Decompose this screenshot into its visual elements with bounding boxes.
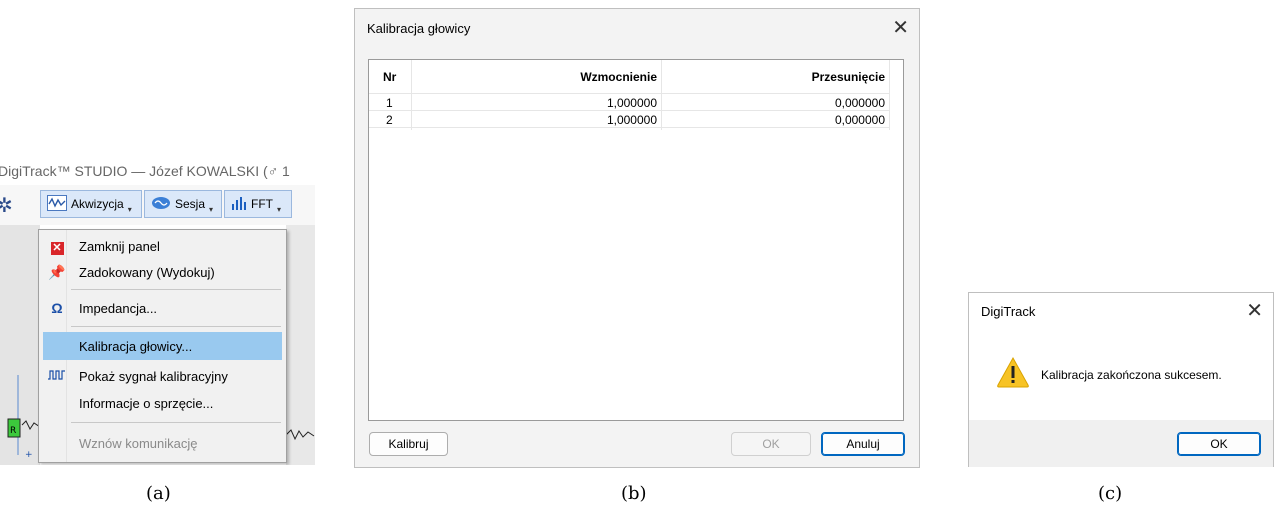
- menu-item-resume[interactable]: Wznów komunikację: [43, 429, 282, 457]
- menu-separator: [71, 326, 281, 327]
- column-header-offset[interactable]: Przesunięcie: [661, 60, 885, 94]
- table-cell[interactable]: 0,000000: [661, 111, 885, 128]
- fft-button[interactable]: FFT ▾: [224, 190, 292, 218]
- menu-item-impedance[interactable]: Ω Impedancja...: [43, 294, 282, 322]
- svg-text:+: +: [25, 450, 33, 460]
- caption-c: (c): [1098, 483, 1123, 504]
- menu-item-label: Zadokowany (Wydokuj): [79, 264, 215, 280]
- close-icon[interactable]: ✕: [892, 15, 909, 40]
- menu-item-calibration[interactable]: Kalibracja głowicy...: [43, 332, 282, 360]
- menu-item-close-panel[interactable]: ✕ Zamknij panel: [43, 232, 282, 260]
- ok-button[interactable]: OK: [731, 432, 811, 456]
- message-dialog: DigiTrack ✕ Kalibracja zakończona sukces…: [968, 292, 1274, 467]
- table-cell[interactable]: 1: [386, 94, 410, 111]
- pin-icon: 📌: [48, 263, 66, 280]
- menu-item-hw-info[interactable]: Informacje o sprzęcie...: [43, 389, 282, 417]
- app-title: DigiTrack™ STUDIO — Józef KOWALSKI (♂ 1: [0, 163, 290, 179]
- session-button[interactable]: Sesja ▾: [144, 190, 222, 218]
- caption-a: (a): [146, 483, 171, 504]
- square-wave-icon: [43, 368, 71, 384]
- brain-icon: [151, 196, 171, 213]
- dialog-title: Kalibracja głowicy: [367, 21, 471, 36]
- calibrate-button[interactable]: Kalibruj: [369, 432, 448, 456]
- dialog-footer: OK: [969, 420, 1273, 467]
- menu-item-label: Zamknij panel: [79, 238, 160, 254]
- calibration-dialog: Kalibracja głowicy ✕ Nr Wzmocnienie Prze…: [354, 8, 920, 468]
- caption-b: (b): [621, 483, 647, 504]
- waveform-icon: [47, 194, 67, 214]
- close-panel-icon: ✕: [50, 241, 64, 255]
- acquisition-label: Akwizycja: [71, 197, 124, 211]
- close-icon[interactable]: ✕: [1246, 298, 1263, 323]
- dialog-title: DigiTrack: [981, 304, 1036, 319]
- menu-item-label: Wznów komunikację: [79, 435, 198, 451]
- ok-button[interactable]: OK: [1177, 432, 1261, 456]
- menu-item-show-signal[interactable]: Pokaż sygnał kalibracyjny: [43, 362, 282, 390]
- svg-text:R: R: [10, 426, 16, 436]
- menu-item-label: Pokaż sygnał kalibracyjny: [79, 368, 228, 384]
- menu-item-label: Kalibracja głowicy...: [79, 338, 193, 354]
- menu-item-label: Impedancja...: [79, 300, 158, 316]
- app-title-bar: DigiTrack™ STUDIO — Józef KOWALSKI (♂ 1: [0, 155, 315, 185]
- table-cell[interactable]: 1,000000: [411, 94, 657, 111]
- session-label: Sesja: [175, 197, 206, 211]
- context-menu: ✕ Zamknij panel 📌 Zadokowany (Wydokuj) Ω…: [38, 229, 287, 463]
- menu-item-label: Informacje o sprzęcie...: [79, 395, 214, 411]
- acquisition-button[interactable]: Akwizycja ▾: [40, 190, 142, 218]
- menu-separator: [71, 289, 281, 290]
- calibration-table: Nr Wzmocnienie Przesunięcie 1 1,000000 0…: [368, 59, 904, 421]
- column-header-gain[interactable]: Wzmocnienie: [411, 60, 657, 94]
- dropdown-caret-icon: ▾: [277, 204, 282, 214]
- toolbar: ✲ Akwizycja ▾ Sesja ▾ FFT ▾: [0, 185, 315, 225]
- menu-separator: [71, 422, 281, 423]
- cancel-button[interactable]: Anuluj: [821, 432, 905, 456]
- table-cell[interactable]: 0,000000: [661, 94, 885, 111]
- menu-item-docked[interactable]: 📌 Zadokowany (Wydokuj): [43, 258, 282, 286]
- panel-a: DigiTrack™ STUDIO — Józef KOWALSKI (♂ 1 …: [0, 155, 315, 465]
- warning-icon: [996, 356, 1030, 393]
- app-background: [285, 225, 315, 465]
- app-background: R +: [0, 225, 41, 465]
- table-cell[interactable]: 1,000000: [411, 111, 657, 128]
- gear-icon[interactable]: ✲: [0, 193, 13, 218]
- column-header-nr[interactable]: Nr: [383, 60, 409, 94]
- dropdown-caret-icon: ▾: [127, 204, 132, 214]
- fft-label: FFT: [251, 197, 273, 211]
- dropdown-caret-icon: ▾: [209, 204, 214, 214]
- table-cell[interactable]: 2: [386, 111, 410, 128]
- omega-icon: Ω: [51, 300, 63, 316]
- message-text: Kalibracja zakończona sukcesem.: [1041, 368, 1222, 382]
- bar-chart-icon: [231, 195, 247, 214]
